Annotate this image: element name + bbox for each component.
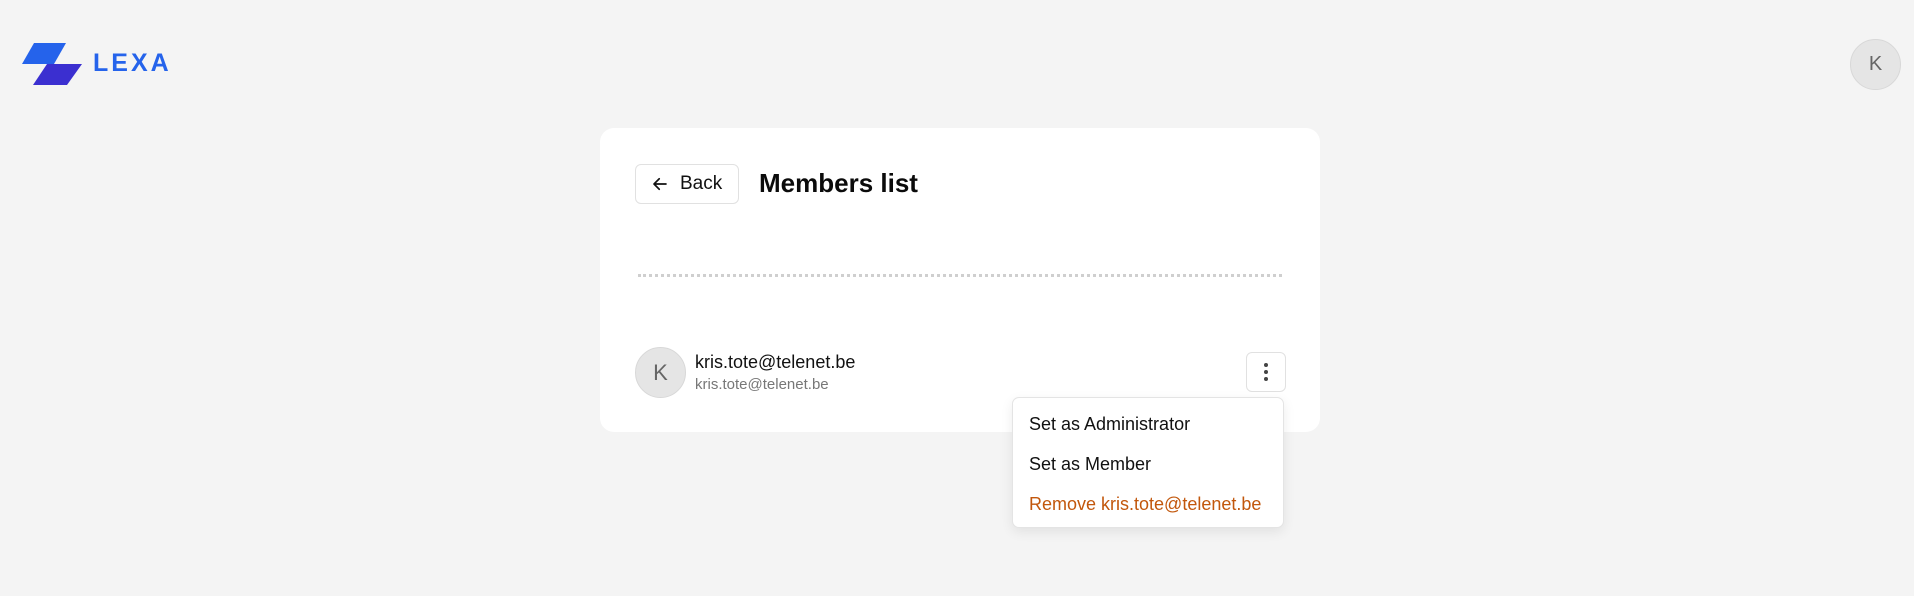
members-card: Back Members list K kris.tote@telenet.be… — [600, 128, 1320, 432]
member-email: kris.tote@telenet.be — [695, 376, 829, 393]
menu-item-set-member[interactable]: Set as Member — [1013, 444, 1283, 484]
menu-item-remove-member[interactable]: Remove kris.tote@telenet.be — [1013, 484, 1283, 524]
back-button[interactable]: Back — [635, 164, 739, 204]
page-title: Members list — [759, 168, 918, 198]
more-vertical-icon — [1264, 363, 1268, 381]
member-actions-menu: Set as Administrator Set as Member Remov… — [1012, 397, 1284, 528]
user-avatar[interactable]: K — [1850, 39, 1901, 90]
member-actions-button[interactable] — [1246, 352, 1286, 392]
back-button-label: Back — [680, 173, 723, 194]
menu-item-set-administrator[interactable]: Set as Administrator — [1013, 404, 1283, 444]
app-logo[interactable]: LEXA — [20, 40, 172, 86]
divider — [638, 274, 1282, 277]
logo-text: LEXA — [93, 48, 172, 77]
arrow-left-icon — [653, 177, 667, 191]
member-avatar: K — [635, 347, 686, 398]
member-row: K kris.tote@telenet.be kris.tote@telenet… — [635, 347, 1286, 398]
member-name: kris.tote@telenet.be — [695, 352, 856, 372]
lexa-logo-icon — [22, 43, 82, 85]
